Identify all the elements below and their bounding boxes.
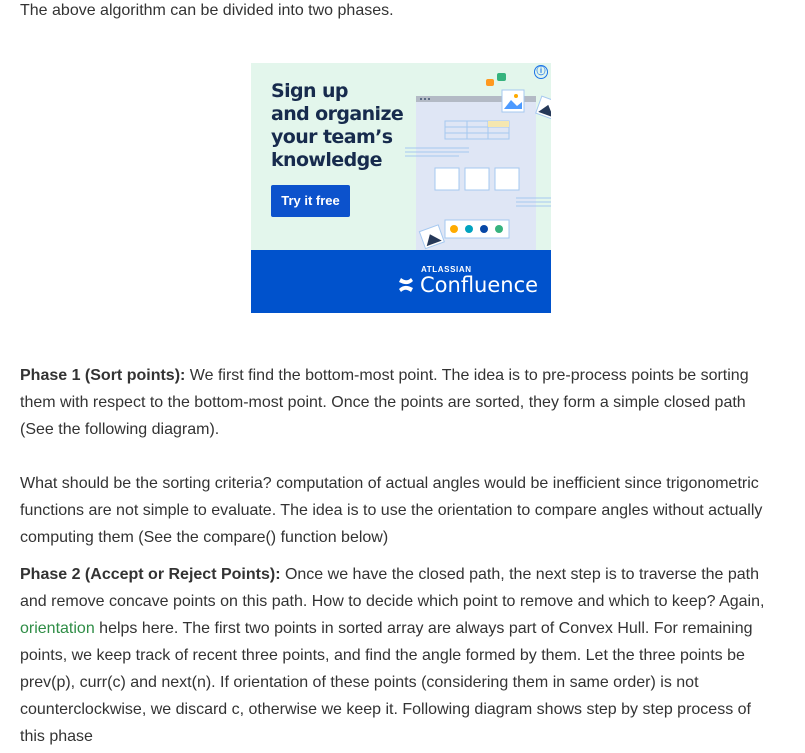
ad-headline[interactable]: Sign up and organize your team’s knowled…	[271, 80, 421, 172]
orientation-link[interactable]: orientation	[20, 620, 95, 637]
criteria-paragraph: What should be the sorting criteria? com…	[20, 475, 763, 546]
phase1-paragraph: Phase 1 (Sort points): We first find the…	[20, 362, 780, 443]
phase1-heading: Phase 1 (Sort points):	[20, 367, 186, 384]
ad-headline-line: Sign up	[271, 80, 348, 102]
ad-headline-line: knowledge	[271, 149, 382, 171]
intro-paragraph: The above algorithm can be divided into …	[20, 2, 394, 19]
ad-illustration	[405, 73, 551, 250]
confluence-ad[interactable]: Sign up and organize your team’s knowled…	[251, 63, 551, 313]
phase2-heading: Phase 2 (Accept or Reject Points):	[20, 566, 281, 583]
ad-headline-line: your team’s	[271, 126, 393, 148]
confluence-wordmark: Confluence	[420, 273, 539, 297]
phase2-paragraph: Phase 2 (Accept or Reject Points): Once …	[20, 561, 780, 750]
ad-headline-line: and organize	[271, 103, 404, 125]
confluence-logo-icon	[399, 278, 413, 292]
try-it-free-button[interactable]: Try it free	[271, 185, 350, 217]
ad-footer[interactable]: ATLASSIAN Confluence	[251, 250, 551, 313]
phase2-body-after: helps here. The first two points in sort…	[20, 620, 753, 745]
